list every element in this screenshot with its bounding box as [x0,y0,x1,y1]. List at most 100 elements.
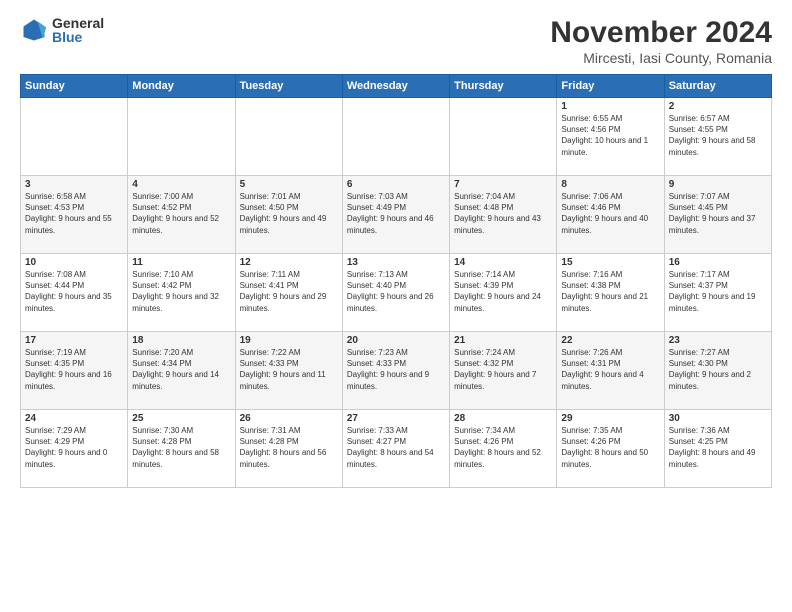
day-number: 1 [561,101,659,112]
logo-icon [20,16,48,44]
header-row: Sunday Monday Tuesday Wednesday Thursday… [21,75,772,98]
day-info: Sunrise: 7:27 AMSunset: 4:30 PMDaylight:… [669,347,767,392]
day-number: 12 [240,257,338,268]
day-info: Sunrise: 6:57 AMSunset: 4:55 PMDaylight:… [669,113,767,158]
day-number: 25 [132,413,230,424]
calendar-cell: 19Sunrise: 7:22 AMSunset: 4:33 PMDayligh… [235,332,342,410]
calendar-cell: 4Sunrise: 7:00 AMSunset: 4:52 PMDaylight… [128,176,235,254]
calendar-week-2: 3Sunrise: 6:58 AMSunset: 4:53 PMDaylight… [21,176,772,254]
col-thursday: Thursday [450,75,557,98]
title-area: November 2024 Mircesti, Iasi County, Rom… [550,16,772,66]
day-info: Sunrise: 7:07 AMSunset: 4:45 PMDaylight:… [669,191,767,236]
day-number: 13 [347,257,445,268]
calendar-cell: 23Sunrise: 7:27 AMSunset: 4:30 PMDayligh… [664,332,771,410]
calendar-table: Sunday Monday Tuesday Wednesday Thursday… [20,74,772,488]
calendar-cell: 30Sunrise: 7:36 AMSunset: 4:25 PMDayligh… [664,410,771,488]
day-info: Sunrise: 6:58 AMSunset: 4:53 PMDaylight:… [25,191,123,236]
col-monday: Monday [128,75,235,98]
day-number: 3 [25,179,123,190]
day-number: 8 [561,179,659,190]
calendar-cell: 12Sunrise: 7:11 AMSunset: 4:41 PMDayligh… [235,254,342,332]
calendar-cell: 15Sunrise: 7:16 AMSunset: 4:38 PMDayligh… [557,254,664,332]
calendar-cell: 11Sunrise: 7:10 AMSunset: 4:42 PMDayligh… [128,254,235,332]
calendar-week-4: 17Sunrise: 7:19 AMSunset: 4:35 PMDayligh… [21,332,772,410]
day-info: Sunrise: 7:34 AMSunset: 4:26 PMDaylight:… [454,425,552,470]
day-info: Sunrise: 7:31 AMSunset: 4:28 PMDaylight:… [240,425,338,470]
calendar-cell [235,98,342,176]
day-info: Sunrise: 7:36 AMSunset: 4:25 PMDaylight:… [669,425,767,470]
day-info: Sunrise: 7:16 AMSunset: 4:38 PMDaylight:… [561,269,659,314]
day-number: 29 [561,413,659,424]
calendar-cell [128,98,235,176]
day-number: 18 [132,335,230,346]
day-number: 9 [669,179,767,190]
calendar-cell: 17Sunrise: 7:19 AMSunset: 4:35 PMDayligh… [21,332,128,410]
calendar-cell: 8Sunrise: 7:06 AMSunset: 4:46 PMDaylight… [557,176,664,254]
day-info: Sunrise: 7:04 AMSunset: 4:48 PMDaylight:… [454,191,552,236]
day-info: Sunrise: 7:10 AMSunset: 4:42 PMDaylight:… [132,269,230,314]
calendar-cell: 21Sunrise: 7:24 AMSunset: 4:32 PMDayligh… [450,332,557,410]
calendar-cell: 27Sunrise: 7:33 AMSunset: 4:27 PMDayligh… [342,410,449,488]
calendar-cell: 14Sunrise: 7:14 AMSunset: 4:39 PMDayligh… [450,254,557,332]
day-number: 11 [132,257,230,268]
day-number: 16 [669,257,767,268]
day-info: Sunrise: 7:30 AMSunset: 4:28 PMDaylight:… [132,425,230,470]
col-wednesday: Wednesday [342,75,449,98]
day-number: 2 [669,101,767,112]
calendar-cell [450,98,557,176]
col-sunday: Sunday [21,75,128,98]
day-number: 27 [347,413,445,424]
logo-blue-text: Blue [52,30,104,44]
calendar-cell: 18Sunrise: 7:20 AMSunset: 4:34 PMDayligh… [128,332,235,410]
day-number: 23 [669,335,767,346]
calendar-cell: 29Sunrise: 7:35 AMSunset: 4:26 PMDayligh… [557,410,664,488]
calendar-cell: 28Sunrise: 7:34 AMSunset: 4:26 PMDayligh… [450,410,557,488]
day-info: Sunrise: 7:01 AMSunset: 4:50 PMDaylight:… [240,191,338,236]
day-info: Sunrise: 7:13 AMSunset: 4:40 PMDaylight:… [347,269,445,314]
calendar-cell [342,98,449,176]
day-info: Sunrise: 7:08 AMSunset: 4:44 PMDaylight:… [25,269,123,314]
calendar-cell: 3Sunrise: 6:58 AMSunset: 4:53 PMDaylight… [21,176,128,254]
day-number: 24 [25,413,123,424]
col-saturday: Saturday [664,75,771,98]
calendar-cell: 9Sunrise: 7:07 AMSunset: 4:45 PMDaylight… [664,176,771,254]
month-title: November 2024 [550,16,772,50]
logo: General Blue [20,16,104,44]
day-number: 28 [454,413,552,424]
calendar-cell: 26Sunrise: 7:31 AMSunset: 4:28 PMDayligh… [235,410,342,488]
day-info: Sunrise: 7:19 AMSunset: 4:35 PMDaylight:… [25,347,123,392]
calendar-cell: 25Sunrise: 7:30 AMSunset: 4:28 PMDayligh… [128,410,235,488]
day-number: 17 [25,335,123,346]
day-info: Sunrise: 7:06 AMSunset: 4:46 PMDaylight:… [561,191,659,236]
day-number: 4 [132,179,230,190]
calendar-cell: 24Sunrise: 7:29 AMSunset: 4:29 PMDayligh… [21,410,128,488]
day-number: 21 [454,335,552,346]
calendar-cell: 1Sunrise: 6:55 AMSunset: 4:56 PMDaylight… [557,98,664,176]
location-title: Mircesti, Iasi County, Romania [550,50,772,66]
day-info: Sunrise: 7:03 AMSunset: 4:49 PMDaylight:… [347,191,445,236]
calendar-cell: 13Sunrise: 7:13 AMSunset: 4:40 PMDayligh… [342,254,449,332]
day-info: Sunrise: 7:23 AMSunset: 4:33 PMDaylight:… [347,347,445,392]
day-number: 10 [25,257,123,268]
day-number: 6 [347,179,445,190]
day-info: Sunrise: 6:55 AMSunset: 4:56 PMDaylight:… [561,113,659,158]
day-number: 7 [454,179,552,190]
calendar-week-1: 1Sunrise: 6:55 AMSunset: 4:56 PMDaylight… [21,98,772,176]
day-info: Sunrise: 7:35 AMSunset: 4:26 PMDaylight:… [561,425,659,470]
calendar-cell: 10Sunrise: 7:08 AMSunset: 4:44 PMDayligh… [21,254,128,332]
day-number: 14 [454,257,552,268]
day-number: 20 [347,335,445,346]
calendar-week-3: 10Sunrise: 7:08 AMSunset: 4:44 PMDayligh… [21,254,772,332]
day-info: Sunrise: 7:29 AMSunset: 4:29 PMDaylight:… [25,425,123,470]
calendar-week-5: 24Sunrise: 7:29 AMSunset: 4:29 PMDayligh… [21,410,772,488]
day-number: 22 [561,335,659,346]
calendar-cell: 22Sunrise: 7:26 AMSunset: 4:31 PMDayligh… [557,332,664,410]
calendar-cell [21,98,128,176]
calendar-cell: 16Sunrise: 7:17 AMSunset: 4:37 PMDayligh… [664,254,771,332]
col-tuesday: Tuesday [235,75,342,98]
page: General Blue November 2024 Mircesti, Ias… [0,0,792,612]
day-number: 5 [240,179,338,190]
day-info: Sunrise: 7:14 AMSunset: 4:39 PMDaylight:… [454,269,552,314]
day-info: Sunrise: 7:00 AMSunset: 4:52 PMDaylight:… [132,191,230,236]
day-info: Sunrise: 7:24 AMSunset: 4:32 PMDaylight:… [454,347,552,392]
